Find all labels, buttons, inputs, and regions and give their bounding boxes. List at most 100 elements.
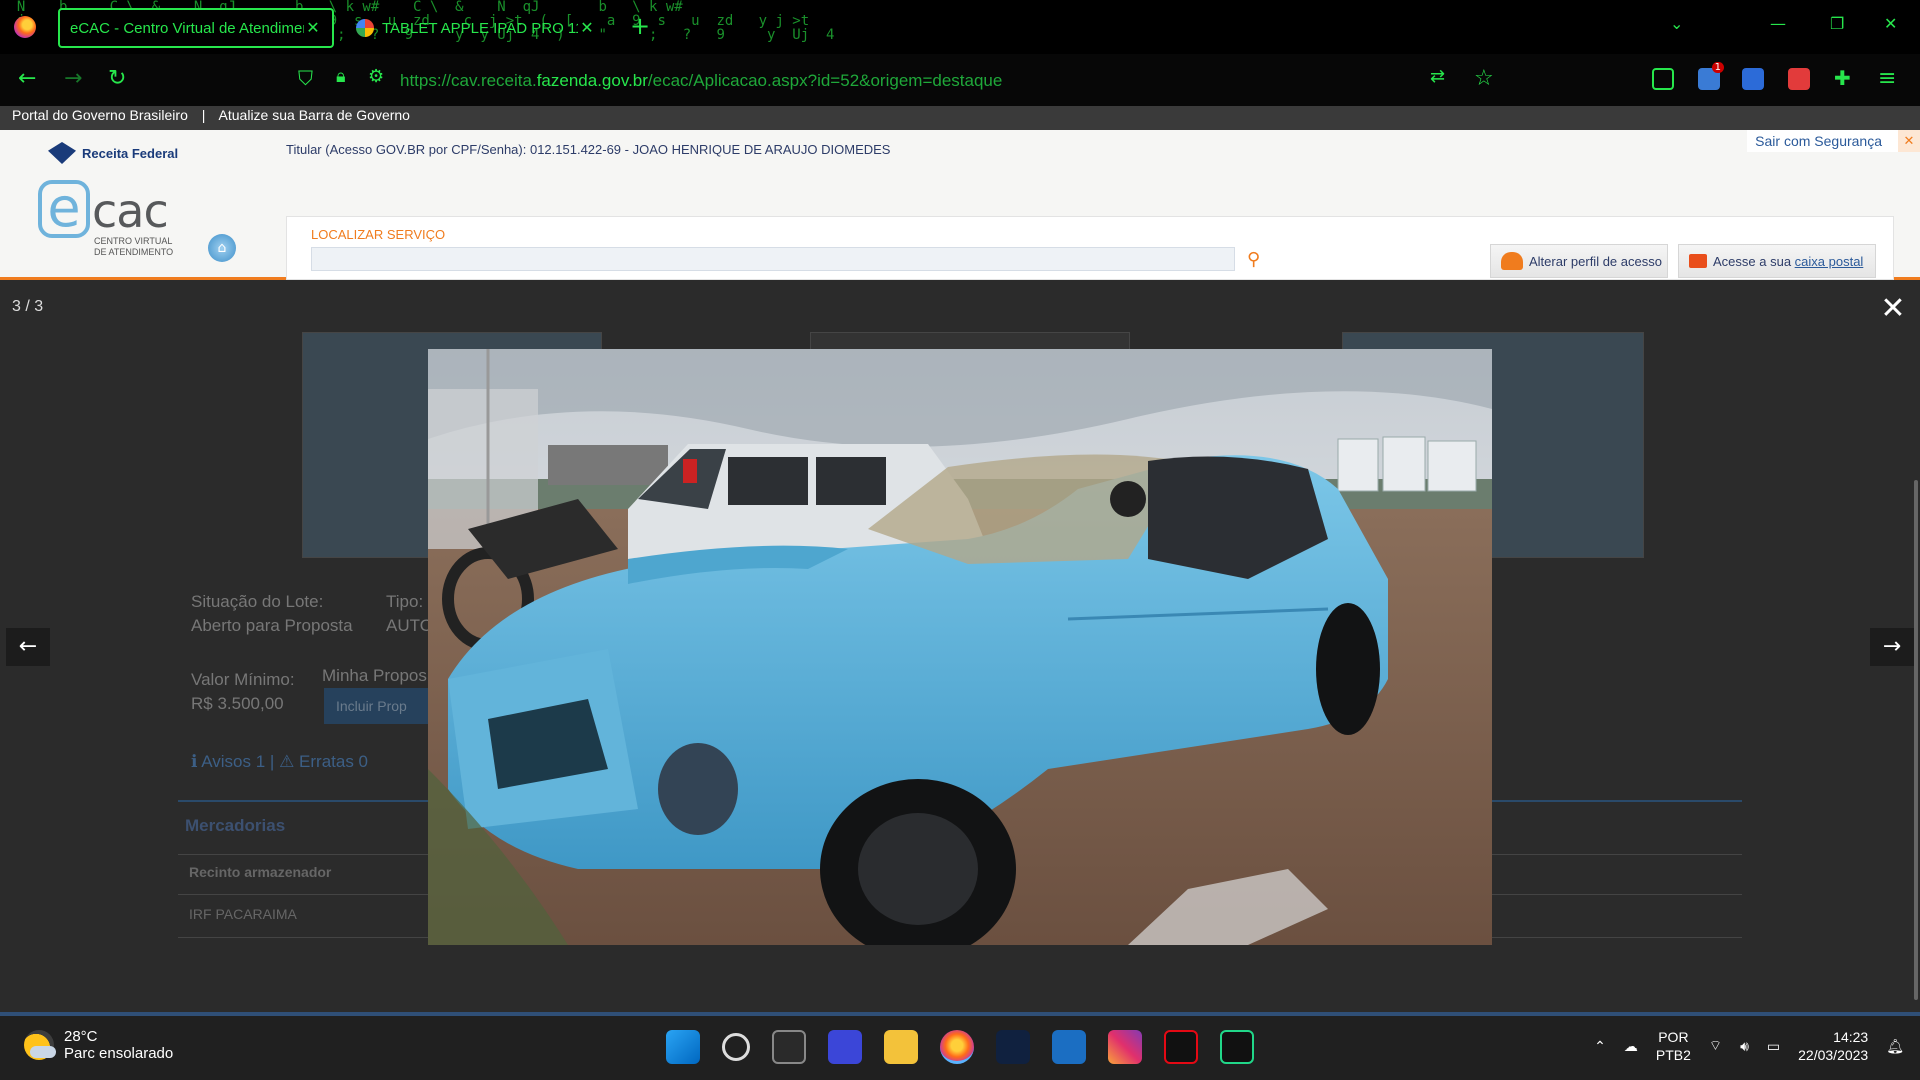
atualize-link[interactable]: Atualize sua Barra de Governo [219,107,410,123]
reload-icon[interactable]: ↻ [108,66,126,91]
search-icon[interactable] [722,1033,750,1061]
url-domain: fazenda.gov.br [536,71,648,90]
tipo-label: Tipo: [386,592,424,611]
ecac-logo[interactable]: e cac CENTRO VIRTUAL DE ATENDIMENTO [38,180,188,257]
govbar-separator: | [201,107,206,123]
url-path: /ecac/Aplicacao.aspx?id=52&origem=destaq… [647,71,1003,90]
alterar-perfil-button[interactable]: Alterar perfil de acesso [1490,244,1668,278]
show-hidden-icons-chevron-icon[interactable]: ⌃ [1594,1038,1606,1055]
translator-extension-icon[interactable] [1742,68,1764,90]
car-photo-illustration [428,349,1492,945]
save-extension-icon[interactable] [1788,68,1810,90]
browser-tab-bar: N b C \ & N qJ b \ k w# C \ & N qJ b \ k… [0,0,1920,54]
avisos-link[interactable]: ℹ Avisos 1 | ⚠ Erratas 0 [191,752,368,772]
new-tab-button[interactable]: + [630,12,650,40]
partly-sunny-icon [24,1030,56,1060]
disney-plus-icon[interactable] [996,1030,1030,1064]
ecac-logo-e-icon: e [38,180,90,238]
tab-title: eCAC - Centro Virtual de Atendimento [70,19,304,37]
ecac-logo-subtitle: CENTRO VIRTUAL DE ATENDIMENTO [94,236,173,258]
firefox-icon[interactable] [940,1030,974,1064]
tab-google-search[interactable]: TABLET APPLE IPAD PRO 11 - Pesquisa Goog… [346,8,606,48]
erratas-label: Erratas 0 [299,752,369,771]
notification-bell-icon[interactable]: 🔔︎ [1886,1038,1904,1055]
instagram-icon[interactable] [1108,1030,1142,1064]
permissions-icon[interactable]: ⚙ [368,66,384,87]
mercadorias-heading: Mercadorias [185,816,286,835]
minimize-icon[interactable]: — [1770,14,1786,33]
lock-icon[interactable]: 🔒︎ [336,66,346,87]
extension-badge-icon[interactable]: 1 [1698,62,1724,90]
sair-close-icon[interactable]: ✕ [1898,130,1920,152]
portal-link[interactable]: Portal do Governo Brasileiro [12,107,188,123]
navigation-bar: ← → ↻ ⛉ 🔒︎ ⚙ https://cav.receita.fazenda… [0,54,1920,106]
volume-icon[interactable]: 🔊︎ [1740,1038,1749,1055]
system-tray: ⌃ ☁ POR PTB2 ⌔ 🔊︎ ▭ 14:23 22/03/2023 🔔︎ [1594,1028,1904,1064]
lightbox-next-arrow-icon[interactable]: → [1870,628,1914,666]
microsoft-store-icon[interactable] [772,1030,806,1064]
tab-ecac[interactable]: eCAC - Centro Virtual de Atendimento ✕ [58,8,334,48]
sair-label: Sair com Segurança [1755,133,1882,149]
people-icon [1501,252,1523,270]
clock-time: 14:23 [1833,1029,1869,1045]
scrollbar-thumb[interactable] [1914,480,1918,1000]
government-bar: Portal do Governo Brasileiro | Atualize … [0,106,1920,130]
recinto-value: IRF PACARAIMA [189,906,297,922]
caixa-postal-button[interactable]: Acesse a sua caixa postal [1678,244,1876,278]
caixa-prefix: Acesse a sua [1713,253,1795,269]
situacao-label: Situação do Lote: [191,592,324,611]
restore-icon[interactable]: ❐ [1830,14,1844,33]
windows-taskbar: 28°C Parc ensolarado ⌃ ☁ POR PTB2 ⌔ 🔊︎ ▭… [0,1012,1920,1080]
translate-icon[interactable]: ⇄ [1430,66,1445,87]
weather-widget[interactable]: 28°C Parc ensolarado [24,1028,173,1062]
extensions-puzzle-icon[interactable]: ✚ [1834,66,1851,90]
wifi-icon[interactable]: ⌔ [1709,1037,1722,1055]
avisos-label: Avisos 1 [201,752,266,771]
clock[interactable]: 14:23 22/03/2023 [1798,1028,1868,1064]
sair-button[interactable]: Sair com Segurança ✕ [1747,130,1920,152]
list-all-tabs-icon[interactable]: ⌄ [1670,14,1683,33]
ecac-logo-sub-line1: CENTRO VIRTUAL [94,236,173,246]
url-prefix: https://cav.receita. [400,71,537,90]
language-indicator[interactable]: POR PTB2 [1656,1028,1691,1064]
lightbox-close-icon[interactable]: ✕ [1878,294,1908,324]
ecac-header: Receita Federal e cac CENTRO VIRTUAL DE … [0,130,1920,280]
file-explorer-icon[interactable] [884,1030,918,1064]
lightbox-counter: 3 / 3 [12,298,44,315]
bookmark-star-icon[interactable]: ☆ [1474,66,1494,91]
menu-icon[interactable]: ≡ [1878,66,1896,91]
receita-federal-logo[interactable]: Receita Federal [48,142,178,164]
caixa-postal-link[interactable]: caixa postal [1795,254,1864,269]
close-tab-icon[interactable]: ✕ [304,18,322,38]
weather-description: Parc ensolarado [64,1045,174,1062]
recinto-header: Recinto armazenador [189,864,332,880]
close-window-icon[interactable]: ✕ [1884,14,1897,33]
ecac-logo-sub-line2: DE ATENDIMENTO [94,247,174,257]
tipo-value: AUTO [386,616,433,635]
back-arrow-icon[interactable]: ← [18,66,36,91]
shield-icon[interactable]: ⛉ [298,66,313,90]
firefox-icon[interactable] [14,16,36,38]
app-icon[interactable] [828,1030,862,1064]
titular-info: Titular (Acesso GOV.BR por CPF/Senha): 0… [286,142,891,157]
valor-minimo-value: R$ 3.500,00 [191,694,284,713]
netflix-icon[interactable] [1164,1030,1198,1064]
pocket-icon[interactable] [1652,68,1674,90]
home-icon[interactable]: ⌂ [208,234,236,262]
battery-icon[interactable]: ▭ [1767,1038,1780,1055]
alterar-perfil-label: Alterar perfil de acesso [1529,253,1662,269]
windows-start-icon[interactable] [666,1030,700,1064]
localizar-input[interactable] [311,247,1235,271]
close-tab-icon[interactable]: ✕ [578,18,596,38]
mail-icon[interactable] [1052,1030,1086,1064]
pycharm-icon[interactable] [1220,1030,1254,1064]
onedrive-cloud-icon[interactable]: ☁ [1624,1038,1638,1055]
clock-date: 22/03/2023 [1798,1047,1869,1063]
lightbox-previous-arrow-icon[interactable]: ← [6,628,50,666]
forward-arrow-icon[interactable]: → [64,66,82,91]
minha-proposta-label: Minha Propos [322,666,427,685]
mail-icon [1689,254,1707,268]
language-bottom: PTB2 [1655,1047,1691,1063]
url-field[interactable]: https://cav.receita.fazenda.gov.br/ecac/… [400,71,1002,91]
search-icon[interactable]: ⚲ [1247,249,1260,270]
